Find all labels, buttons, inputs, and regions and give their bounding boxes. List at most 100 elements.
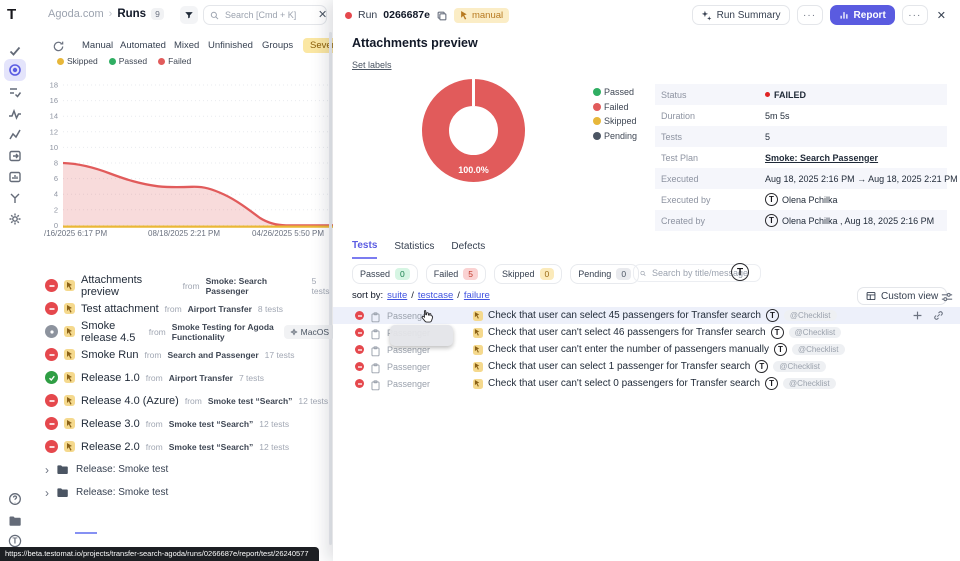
failed-dot-icon xyxy=(593,103,601,111)
pulse-nav-icon[interactable] xyxy=(8,107,22,121)
tab-unfinished[interactable]: Unfinished xyxy=(208,40,253,51)
tab-statistics[interactable]: Statistics xyxy=(394,241,434,258)
svg-text:14: 14 xyxy=(50,112,58,121)
tab-tests[interactable]: Tests xyxy=(352,240,377,259)
breadcrumb-section[interactable]: Runs xyxy=(117,8,146,20)
manual-run-icon xyxy=(64,326,75,337)
gear-icon xyxy=(290,328,298,336)
global-search-input[interactable] xyxy=(223,9,307,21)
run-folder[interactable]: › Release: Smoke test xyxy=(45,458,335,481)
svg-text:16: 16 xyxy=(50,96,58,105)
svg-text:8: 8 xyxy=(54,159,58,168)
manual-test-icon xyxy=(473,362,483,372)
chip-passed[interactable]: Passed0 xyxy=(352,264,418,284)
finished-status-icon xyxy=(45,325,58,338)
svg-text:T: T xyxy=(13,537,18,546)
run-row[interactable]: Attachments preview from Smoke: Search P… xyxy=(45,274,335,297)
breadcrumb: Agoda.com › Runs 9 xyxy=(48,8,164,20)
chip-skipped[interactable]: Skipped0 xyxy=(494,264,562,284)
manual-test-icon xyxy=(473,379,483,389)
run-folder[interactable]: › Release: Smoke test xyxy=(45,481,335,504)
result-donut-chart: 100.0% xyxy=(421,78,526,183)
overflow-menu-button[interactable]: ··· xyxy=(902,5,928,25)
report-nav-icon[interactable] xyxy=(8,170,22,184)
legend-item-pending: Pending xyxy=(593,129,637,144)
svg-text:4: 4 xyxy=(54,190,58,199)
checklist-tag: @Checklist xyxy=(789,327,842,338)
svg-text:12: 12 xyxy=(50,127,58,136)
run-row[interactable]: Release 3.0 from Smoke test “Search” 12 … xyxy=(45,412,335,435)
table-icon xyxy=(866,291,876,301)
svg-text:08/18/2025 2:21 PM: 08/18/2025 2:21 PM xyxy=(148,229,220,238)
more-actions-button[interactable]: ··· xyxy=(797,5,823,25)
app-root: T T Agoda.com › Runs 9 xyxy=(0,0,960,561)
run-row[interactable]: Smoke release 4.5 from Smoke Testing for… xyxy=(45,320,335,343)
test-plans-nav-icon[interactable] xyxy=(8,85,22,99)
run-row[interactable]: Release 1.0 from Airport Transfer 7 test… xyxy=(45,366,335,389)
run-row[interactable]: Release 2.0 from Smoke test “Search” 12 … xyxy=(45,435,335,458)
tab-defects[interactable]: Defects xyxy=(451,241,485,258)
copy-icon[interactable] xyxy=(436,9,448,21)
clipboard-icon xyxy=(370,327,381,338)
manual-run-icon xyxy=(64,441,75,452)
filter-button[interactable] xyxy=(180,6,198,24)
trend-legend: Skipped Passed Failed xyxy=(57,56,191,66)
failed-status-icon xyxy=(45,417,58,430)
sort-by-suite[interactable]: suite xyxy=(387,290,407,301)
chevron-right-icon[interactable]: › xyxy=(45,463,49,477)
run-summary-button[interactable]: Run Summary xyxy=(692,5,790,25)
settings-gear-icon[interactable] xyxy=(8,212,22,226)
branch-nav-icon[interactable] xyxy=(8,191,22,205)
link-icon[interactable] xyxy=(933,310,944,321)
chip-pending[interactable]: Pending0 xyxy=(570,264,639,284)
analytics-nav-icon[interactable] xyxy=(8,128,22,142)
svg-text:10: 10 xyxy=(50,143,58,152)
assignee-filter-avatar[interactable]: T xyxy=(731,263,749,281)
add-icon[interactable] xyxy=(912,310,923,321)
global-search[interactable] xyxy=(203,5,327,25)
runs-nav-icon[interactable] xyxy=(8,63,22,77)
chip-failed[interactable]: Failed5 xyxy=(426,264,486,284)
failed-status-icon xyxy=(355,328,364,337)
tab-automated[interactable]: Automated xyxy=(120,40,166,51)
test-row[interactable]: Passenger Check that user can't select 0… xyxy=(333,375,960,392)
environment-badge: MacOS xyxy=(284,325,335,339)
tab-manual[interactable]: Manual xyxy=(82,40,113,51)
breadcrumb-project[interactable]: Agoda.com xyxy=(48,8,104,20)
pending-dot-icon xyxy=(593,132,601,140)
export-nav-icon[interactable] xyxy=(8,149,22,163)
checkmark-nav-icon[interactable] xyxy=(8,44,22,58)
set-labels-link[interactable]: Set labels xyxy=(352,60,392,70)
app-logo[interactable]: T xyxy=(7,6,16,23)
close-drawer-icon[interactable]: ✕ xyxy=(935,9,948,22)
clear-search-icon[interactable]: ✕ xyxy=(318,8,327,21)
report-button[interactable]: Report xyxy=(830,5,895,25)
manual-run-icon xyxy=(64,372,75,383)
manual-test-icon xyxy=(473,328,483,338)
failed-dot-icon xyxy=(158,58,165,65)
run-info-table: Status FAILED Duration 5m 5s Tests 5 Tes… xyxy=(655,84,947,231)
pagination-indicator[interactable] xyxy=(75,532,97,534)
passed-dot-icon xyxy=(109,58,116,65)
checklist-tag: @Checklist xyxy=(773,361,826,372)
svg-text:6: 6 xyxy=(54,174,58,183)
chevron-right-icon[interactable]: › xyxy=(45,486,49,500)
sparkles-icon xyxy=(701,10,712,21)
tab-mixed[interactable]: Mixed xyxy=(174,40,199,51)
run-row[interactable]: Release 4.0 (Azure) from Smoke test “Sea… xyxy=(45,389,335,412)
projects-folder-icon[interactable] xyxy=(8,514,22,528)
passed-dot-icon xyxy=(593,88,601,96)
bar-chart-icon xyxy=(839,10,849,20)
view-settings-icon[interactable] xyxy=(941,290,953,302)
run-row[interactable]: Smoke Run from Search and Passenger 17 t… xyxy=(45,343,335,366)
test-row[interactable]: Passenger Check that user can select 1 p… xyxy=(333,358,960,375)
tab-groups[interactable]: Groups xyxy=(262,40,293,51)
help-icon[interactable] xyxy=(8,492,22,506)
test-plan-link[interactable]: Smoke: Search Passenger xyxy=(765,153,878,163)
user-avatar-icon[interactable]: T xyxy=(8,534,22,548)
sort-by-failure[interactable]: failure xyxy=(464,290,490,301)
sort-by-testcase[interactable]: testcase xyxy=(418,290,453,301)
custom-view-button[interactable]: Custom view xyxy=(857,287,947,305)
run-row[interactable]: Test attachment from Airport Transfer 8 … xyxy=(45,297,335,320)
refresh-icon[interactable] xyxy=(52,40,65,53)
